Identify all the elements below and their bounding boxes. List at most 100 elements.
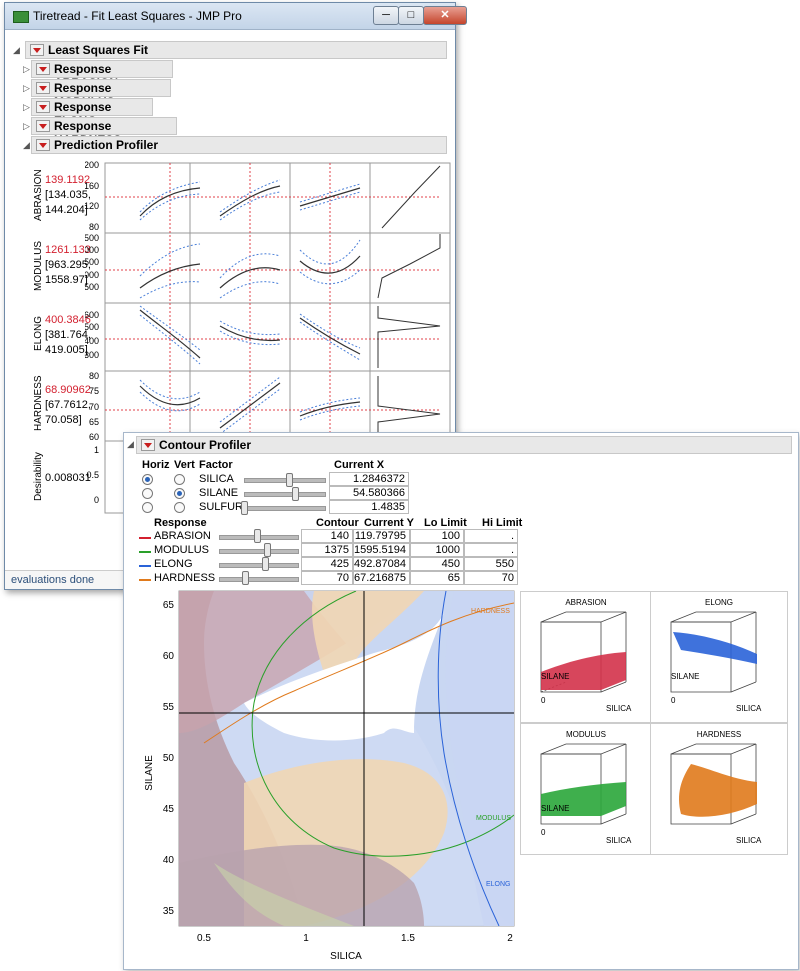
silica-slider-thumb[interactable]	[286, 473, 293, 487]
ci-upper: 144.204]	[45, 204, 88, 216]
horiz-radio-silane[interactable]	[142, 488, 153, 499]
modulus-hi-limit-field[interactable]: .	[464, 543, 518, 557]
disclosure-closed-icon[interactable]: ▷	[23, 64, 30, 75]
red-triangle-menu-icon[interactable]	[36, 101, 50, 113]
minimize-button[interactable]: ─	[373, 6, 399, 25]
disclosure-open-icon[interactable]: ◢	[23, 140, 30, 151]
outline-label: Prediction Profiler	[54, 138, 159, 152]
red-triangle-menu-icon[interactable]	[141, 439, 155, 451]
surface-x-axis-label: SILICA	[736, 836, 762, 845]
outline-response-elong[interactable]: Response ELONG	[31, 98, 153, 128]
outline-least-squares-fit[interactable]: Least Squares Fit	[25, 41, 447, 59]
disclosure-open-icon[interactable]: ◢	[13, 45, 20, 56]
ci-lower: [134.035,	[45, 189, 91, 201]
surface-x-axis-label: SILICA	[606, 836, 632, 845]
silane-slider-track[interactable]	[244, 492, 326, 497]
tick-label: 1000	[85, 270, 99, 280]
hardness-color-swatch	[139, 579, 151, 581]
modulus-contour-slider[interactable]	[219, 549, 299, 554]
profiler-crosshairs	[105, 163, 440, 441]
y-tick-label: 65	[163, 600, 175, 611]
modulus-slider-thumb[interactable]	[264, 543, 271, 557]
surface-zero-label: 0	[541, 828, 546, 837]
contour-profiler-window: ◢ Contour Profiler Horiz Vert Factor Cur…	[123, 432, 799, 970]
modulus-lo-limit-field[interactable]: 1000	[410, 543, 464, 557]
predicted-value: 400.3846	[45, 314, 91, 326]
y-tick-label: 50	[163, 753, 175, 764]
modulus-current-y: 1595.5194	[353, 543, 410, 557]
disclosure-open-icon[interactable]: ◢	[127, 439, 134, 450]
tick-label: 0	[94, 495, 99, 505]
disclosure-closed-icon[interactable]: ▷	[23, 102, 30, 113]
hardness-contour-slider[interactable]	[219, 577, 299, 582]
close-button[interactable]: ✕	[423, 6, 467, 25]
tick-label: 2500	[85, 233, 99, 243]
elong-slider-thumb[interactable]	[262, 557, 269, 571]
sulfur-slider-track[interactable]	[244, 506, 326, 511]
x-axis-label: SILICA	[330, 951, 362, 962]
profiler-response-label: HARDNESS	[33, 375, 44, 431]
vert-radio-sulfur[interactable]	[174, 502, 185, 513]
surface-plot-abrasion[interactable]: ABRASION SILANE 0 SILICA	[520, 591, 652, 723]
sulfur-slider-thumb[interactable]	[241, 501, 248, 515]
surface-x-axis-label: SILICA	[606, 704, 632, 713]
y-tick-label: 45	[163, 804, 175, 815]
red-triangle-menu-icon[interactable]	[36, 82, 50, 94]
silane-slider-thumb[interactable]	[292, 487, 299, 501]
surface-y-axis-label: SILANE	[541, 672, 570, 681]
surface-plot-elong[interactable]: ELONG SILANE 0 SILICA	[650, 591, 788, 723]
tick-label: 80	[89, 222, 99, 232]
elong-hi-limit-field[interactable]: 550	[464, 557, 518, 571]
red-triangle-menu-icon[interactable]	[36, 120, 50, 132]
surface-plot-hardness[interactable]: HARDNESS SILICA	[650, 723, 788, 855]
silica-value-field[interactable]: 1.2846372	[329, 472, 409, 486]
abrasion-hi-limit-field[interactable]: .	[464, 529, 518, 543]
contour-plot[interactable]: HARDNESS MODULUS ELONG 65 60 55 50 45 40…	[124, 583, 519, 968]
disclosure-closed-icon[interactable]: ▷	[23, 121, 30, 132]
vert-radio-silica[interactable]	[174, 474, 185, 485]
surface-y-axis-label: SILANE	[541, 804, 570, 813]
tick-label: 75	[89, 386, 99, 396]
abrasion-slider-thumb[interactable]	[254, 529, 261, 543]
profiler-value-elong: 400.3846 [381.764, 419.005]	[45, 313, 91, 358]
red-triangle-menu-icon[interactable]	[36, 63, 50, 75]
outline-contour-profiler[interactable]: Contour Profiler	[136, 436, 792, 454]
x-tick-label: 1.5	[401, 933, 415, 944]
modulus-contour-field[interactable]: 1375	[301, 543, 353, 557]
silane-value-field[interactable]: 54.580366	[329, 486, 409, 500]
vert-radio-silane[interactable]	[174, 488, 185, 499]
outline-label: Contour Profiler	[159, 438, 251, 452]
outline-response-abrasion[interactable]: Response ABRASION	[31, 60, 173, 90]
horiz-radio-sulfur[interactable]	[142, 502, 153, 513]
predicted-value: 1261.133	[45, 244, 91, 256]
elong-color-swatch	[139, 565, 151, 567]
red-triangle-menu-icon[interactable]	[30, 44, 44, 56]
horiz-radio-silica[interactable]	[142, 474, 153, 485]
title-bar[interactable]: Tiretread - Fit Least Squares - JMP Pro …	[5, 3, 467, 30]
tick-label: 500	[85, 322, 99, 332]
surface-plot-modulus[interactable]: MODULUS SILANE 0 SILICA	[520, 723, 652, 855]
elong-contour-slider[interactable]	[219, 563, 299, 568]
elong-lo-limit-field[interactable]: 450	[410, 557, 464, 571]
surface-zero-label: 0	[541, 696, 546, 705]
elong-contour-field[interactable]: 425	[301, 557, 353, 571]
silica-slider-track[interactable]	[244, 478, 326, 483]
abrasion-contour-field[interactable]: 140	[301, 529, 353, 543]
abrasion-lo-limit-field[interactable]: 100	[410, 529, 464, 543]
sulfur-value-field[interactable]: 1.4835	[329, 500, 409, 514]
outline-response-modulus[interactable]: Response MODULUS	[31, 79, 171, 109]
maximize-button[interactable]: □	[398, 6, 424, 25]
jmp-app-icon	[13, 11, 29, 23]
profiler-response-label: ABRASION	[33, 169, 44, 221]
ci-upper: 1558.97]	[45, 274, 88, 286]
disclosure-closed-icon[interactable]: ▷	[23, 83, 30, 94]
desirability-value: 0.008031	[45, 472, 91, 484]
tick-label: 400	[85, 336, 99, 346]
red-triangle-menu-icon[interactable]	[36, 139, 50, 151]
tick-label: 0.5	[86, 470, 99, 480]
window-title: Tiretread - Fit Least Squares - JMP Pro	[33, 9, 242, 23]
tick-label: 70	[89, 402, 99, 412]
outline-prediction-profiler[interactable]: Prediction Profiler	[31, 136, 447, 154]
outline-response-hardness[interactable]: Response HARDNESS	[31, 117, 177, 147]
response-name: ELONG	[154, 558, 193, 570]
